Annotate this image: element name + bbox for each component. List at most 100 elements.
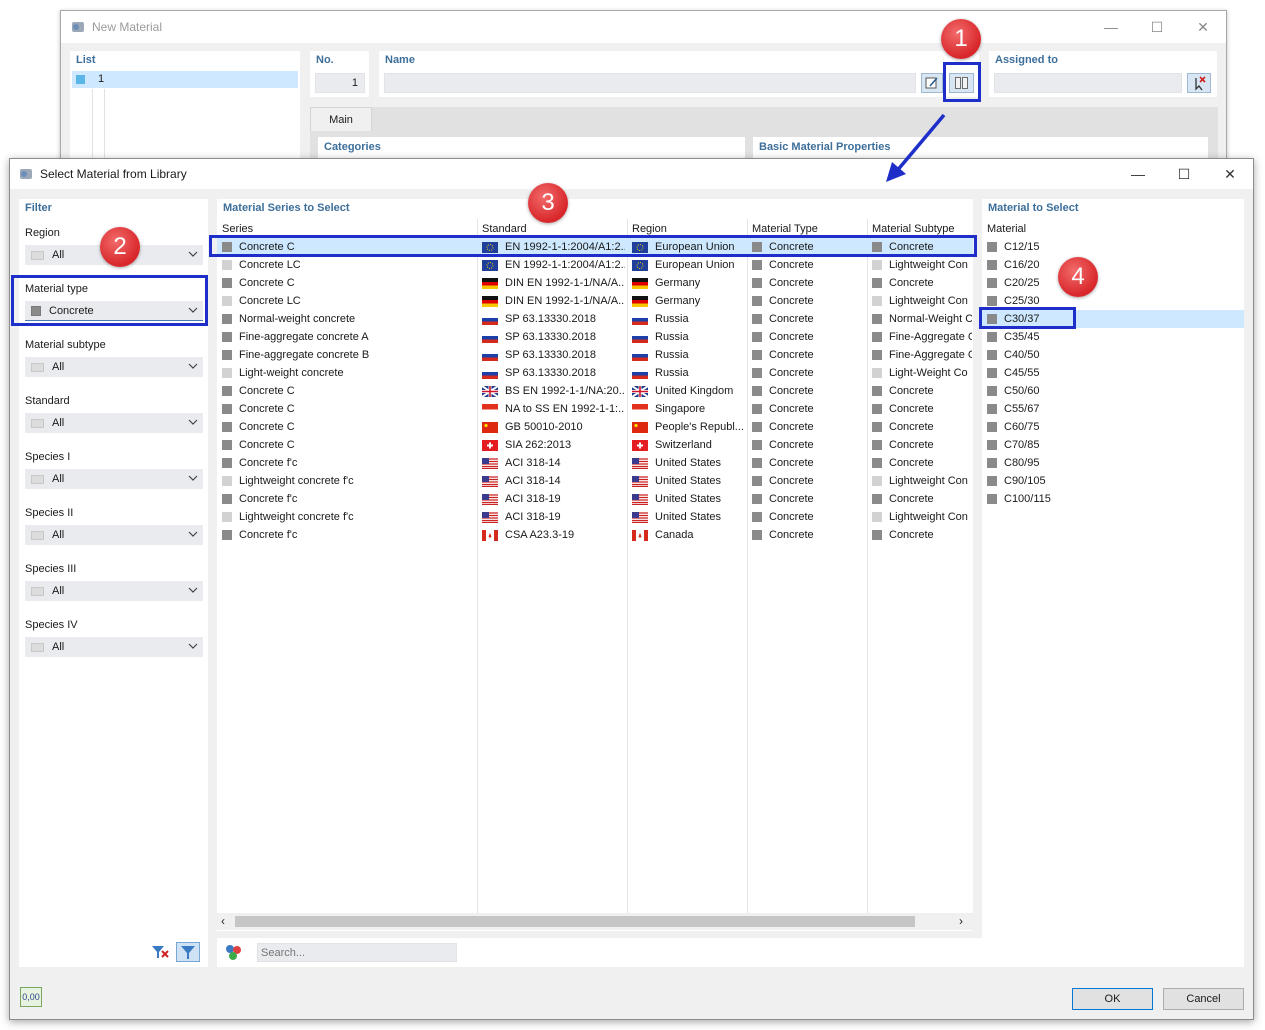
search-input[interactable]	[257, 943, 457, 962]
assigned-field[interactable]	[994, 73, 1182, 93]
units-button[interactable]: 0,00	[20, 987, 42, 1007]
material-subtype-name: Lightweight Con	[889, 511, 968, 523]
color-swatch-icon	[872, 278, 882, 288]
list-item[interactable]: C20/25	[982, 274, 1244, 292]
cell-material-subtype: Lightweight Con	[872, 292, 972, 310]
horizontal-scrollbar[interactable]: ‹ ›	[217, 913, 973, 930]
table-row[interactable]: Concrete f'c ACI 318-14 United States Concr…	[217, 454, 973, 472]
cell-region: Russia	[632, 310, 745, 328]
list-item[interactable]: C45/55	[982, 364, 1244, 382]
filter-combo-species-iii[interactable]: All	[25, 581, 203, 601]
dialog-minimize-button[interactable]: —	[1115, 159, 1161, 189]
edit-name-button[interactable]	[921, 73, 943, 93]
table-row[interactable]: Fine-aggregate concrete A SP 63.13330.201…	[217, 328, 973, 346]
flag-uk-icon	[632, 385, 648, 397]
list-item[interactable]: C50/60	[982, 382, 1244, 400]
filter-combo-species-ii[interactable]: All	[25, 525, 203, 545]
maximize-button[interactable]: ☐	[1134, 11, 1180, 43]
cell-material-subtype: Concrete	[872, 274, 972, 292]
color-swatch-icon	[872, 296, 882, 306]
scroll-right-icon[interactable]: ›	[959, 914, 963, 928]
filter-combo-species-iv[interactable]: All	[25, 637, 203, 657]
scrollbar-thumb[interactable]	[235, 916, 915, 927]
table-row[interactable]: Concrete C BS EN 1992-1-1/NA:20... United …	[217, 382, 973, 400]
list-item[interactable]: C12/15	[982, 238, 1244, 256]
list-item[interactable]: C60/75	[982, 418, 1244, 436]
list-item[interactable]: C16/20	[982, 256, 1244, 274]
apply-filter-button[interactable]	[176, 942, 200, 962]
color-swatch-icon	[752, 386, 762, 396]
number-field[interactable]: 1	[315, 73, 365, 93]
list-item[interactable]: C40/50	[982, 346, 1244, 364]
list-item[interactable]: C80/95	[982, 454, 1244, 472]
table-row[interactable]: Concrete f'c ACI 318-19 United States Concr…	[217, 490, 973, 508]
list-item[interactable]: 1	[72, 71, 298, 88]
color-swatch-icon	[222, 314, 232, 324]
color-legend-button[interactable]	[223, 942, 245, 962]
ok-button[interactable]: OK	[1072, 988, 1153, 1010]
tab-main[interactable]: Main	[310, 107, 372, 131]
table-row[interactable]: Concrete LC EN 1992-1-1:2004/A1:2... Europ…	[217, 256, 973, 274]
categories-label: Categories	[324, 141, 381, 153]
color-swatch-icon	[752, 404, 762, 414]
standard-name: EN 1992-1-1:2004/A1:2...	[505, 259, 625, 271]
color-swatch-icon	[752, 278, 762, 288]
pick-assignment-button[interactable]	[1187, 73, 1211, 93]
table-row[interactable]: Lightweight concrete f'c ACI 318-19 United…	[217, 508, 973, 526]
cancel-button[interactable]: Cancel	[1163, 988, 1244, 1010]
table-row[interactable]: Light-weight concrete SP 63.13330.2018 Rus…	[217, 364, 973, 382]
cell-material: C70/85	[987, 436, 1237, 454]
table-row[interactable]: Concrete C SIA 262:2013 Switzerland Concret…	[217, 436, 973, 454]
table-row[interactable]: Concrete LC DIN EN 1992-1-1/NA/A... German…	[217, 292, 973, 310]
filter-combo-species-i[interactable]: All	[25, 469, 203, 489]
region-name: Switzerland	[655, 439, 712, 451]
clear-filter-button[interactable]	[149, 942, 171, 962]
close-button[interactable]: ✕	[1180, 11, 1226, 43]
cell-region: Germany	[632, 274, 745, 292]
filter-combo-material-subtype[interactable]: All	[25, 357, 203, 377]
series-name: Concrete C	[239, 385, 295, 397]
list-item[interactable]: C70/85	[982, 436, 1244, 454]
color-swatch-icon	[222, 476, 232, 486]
app-icon	[72, 22, 84, 32]
cell-material-type: Concrete	[752, 274, 865, 292]
region-name: Russia	[655, 313, 689, 325]
table-row[interactable]: Fine-aggregate concrete B SP 63.13330.201…	[217, 346, 973, 364]
name-field[interactable]	[384, 73, 916, 93]
cell-region: Switzerland	[632, 436, 745, 454]
standard-name: ACI 318-19	[505, 511, 561, 523]
list-item[interactable]: C55/67	[982, 400, 1244, 418]
color-swatch-icon	[222, 440, 232, 450]
cell-material-type: Concrete	[752, 436, 865, 454]
cell-standard: CSA A23.3-19	[482, 526, 625, 544]
flag-cn-icon	[632, 421, 648, 433]
column-header-series[interactable]: Series	[222, 223, 253, 235]
scroll-left-icon[interactable]: ‹	[221, 914, 225, 928]
column-header-region[interactable]: Region	[632, 223, 667, 235]
column-header-material-type[interactable]: Material Type	[752, 223, 818, 235]
filter-combo-standard[interactable]: All	[25, 413, 203, 433]
list-item[interactable]: C35/45	[982, 328, 1244, 346]
color-swatch-icon	[752, 314, 762, 324]
cell-region: United States	[632, 508, 745, 526]
minimize-button[interactable]: —	[1088, 11, 1134, 43]
cell-material-type: Concrete	[752, 364, 865, 382]
table-row[interactable]: Concrete C NA to SS EN 1992-1-1:... Singap…	[217, 400, 973, 418]
cell-standard: SP 63.13330.2018	[482, 310, 625, 328]
column-header-material-subtype[interactable]: Material Subtype	[872, 223, 955, 235]
dialog-close-button[interactable]: ✕	[1207, 159, 1253, 189]
table-row[interactable]: Normal-weight concrete SP 63.13330.2018 Ru…	[217, 310, 973, 328]
standard-name: NA to SS EN 1992-1-1:...	[505, 403, 625, 415]
table-row[interactable]: Concrete C DIN EN 1992-1-1/NA/A... Germany…	[217, 274, 973, 292]
table-row[interactable]: Lightweight concrete f'c ACI 318-14 United…	[217, 472, 973, 490]
list-item[interactable]: C90/105	[982, 472, 1244, 490]
dialog-maximize-button[interactable]: ☐	[1161, 159, 1207, 189]
material-subtype-name: Lightweight Con	[889, 295, 968, 307]
dialog-title: Select Material from Library	[40, 167, 187, 181]
column-header-standard[interactable]: Standard	[482, 223, 527, 235]
list-item[interactable]: C100/115	[982, 490, 1244, 508]
series-panel: Material Series to Select Series Standar…	[217, 199, 973, 931]
table-row[interactable]: Concrete C GB 50010-2010 People's Republ..…	[217, 418, 973, 436]
column-header-material[interactable]: Material	[987, 223, 1026, 235]
table-row[interactable]: Concrete f'c CSA A23.3-19 Canada Concrete Co…	[217, 526, 973, 544]
